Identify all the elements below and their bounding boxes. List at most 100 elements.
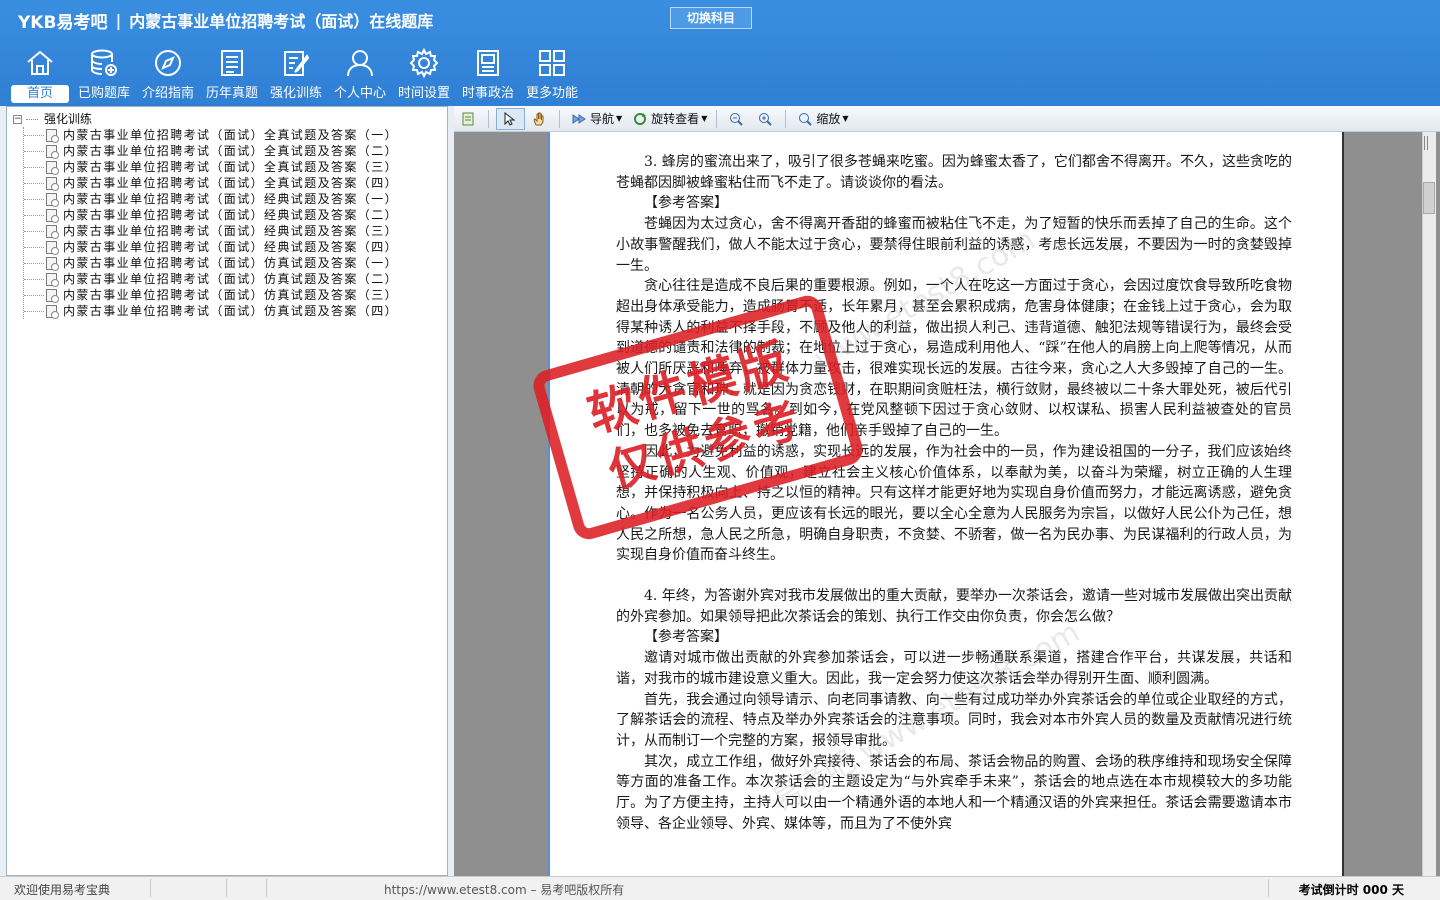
question-paragraph: 4. 年终，为答谢外宾对我市发展做出的重大贡献，要举办一次茶话会，邀请一些对城市… bbox=[616, 588, 1292, 625]
tree-item[interactable]: 内蒙古事业单位招聘考试（面试）经典试题及答案（四） bbox=[24, 239, 398, 255]
zoom-out-button[interactable] bbox=[724, 108, 751, 130]
nav-past-exams[interactable]: 历年真题 bbox=[200, 46, 264, 104]
switch-subject-button[interactable]: 切换科目 bbox=[670, 7, 752, 29]
tree-root-label: 强化训练 bbox=[44, 112, 93, 126]
nav-label: 时事政治 bbox=[461, 86, 514, 101]
tree-item[interactable]: 内蒙古事业单位招聘考试（面试）经典试题及答案（一） bbox=[24, 191, 398, 207]
cursor-icon bbox=[504, 111, 516, 126]
tree-item[interactable]: 内蒙古事业单位招聘考试（面试）仿真试题及答案（四） bbox=[24, 303, 398, 319]
tree-item-label: 内蒙古事业单位招聘考试（面试）经典试题及答案（四） bbox=[63, 240, 399, 254]
nav-label: 历年真题 bbox=[205, 86, 258, 101]
tree-item-label: 内蒙古事业单位招聘考试（面试）仿真试题及答案（二） bbox=[63, 272, 399, 286]
select-tool-button[interactable] bbox=[496, 107, 525, 130]
nav-label: 时间设置 bbox=[397, 86, 450, 101]
exam-document-icon bbox=[46, 288, 59, 303]
tree-children: 内蒙古事业单位招聘考试（面试）全真试题及答案（一） 内蒙古事业单位招聘考试（面试… bbox=[23, 127, 398, 319]
tree-item[interactable]: 内蒙古事业单位招聘考试（面试）全真试题及答案（四） bbox=[24, 175, 398, 191]
tree-item-label: 内蒙古事业单位招聘考试（面试）经典试题及答案（三） bbox=[63, 224, 399, 238]
answer-paragraph: 苍蝇因为太过贪心，舍不得离开香甜的蜂蜜而被粘住飞不走，为了短暂的快乐而丢掉了自己… bbox=[616, 216, 1292, 274]
nav-label: 介绍指南 bbox=[141, 86, 194, 101]
zoom-in-icon bbox=[759, 112, 773, 126]
welcome-text: 欢迎使用易考宝典 bbox=[14, 883, 111, 897]
nav-time-settings[interactable]: 时间设置 bbox=[392, 46, 456, 104]
answer-paragraph: 首先，我会通过向领导请示、向老同事请教、向一些有过成功举办外宾茶话会的单位或企业… bbox=[616, 691, 1292, 749]
grid-icon bbox=[520, 46, 584, 80]
tree-item-label: 内蒙古事业单位招聘考试（面试）全真试题及答案（二） bbox=[63, 144, 399, 158]
tree-root[interactable]: − 强化训练 bbox=[13, 111, 398, 127]
countdown-text: 考试倒计时 000 天 bbox=[1298, 883, 1404, 897]
question-paragraph: 3. 蜂房的蜜流出来了，吸引了很多苍蝇来吃蜜。因为蜂蜜太香了，它们都舍不得离开。… bbox=[616, 154, 1292, 191]
app-title: 内蒙古事业单位招聘考试（面试）在线题库 bbox=[129, 12, 434, 31]
export-icon bbox=[462, 112, 474, 125]
tree-item-label: 内蒙古事业单位招聘考试（面试）仿真试题及答案（三） bbox=[63, 288, 399, 302]
tree-item-label: 内蒙古事业单位招聘考试（面试）仿真试题及答案（一） bbox=[63, 256, 399, 270]
status-bar: 欢迎使用易考宝典 https://www.etest8.com – 易考吧版权所… bbox=[0, 876, 1440, 900]
title-separator: | bbox=[115, 10, 122, 30]
status-divider bbox=[266, 879, 267, 897]
edit-icon bbox=[264, 46, 328, 80]
tree-item-label: 内蒙古事业单位招聘考试（面试）仿真试题及答案（四） bbox=[63, 304, 399, 318]
copyright-text: https://www.etest8.com – 易考吧版权所有 bbox=[384, 883, 625, 897]
zoom-in-button[interactable] bbox=[753, 108, 780, 130]
document-viewer: 3. 蜂房的蜜流出来了，吸引了很多苍蝇来吃蜜。因为蜂蜜太香了，它们都舍不得离开。… bbox=[454, 132, 1440, 876]
header-bar: YKB易考吧 | 内蒙古事业单位招聘考试（面试）在线题库 切换科目 首页 已购题… bbox=[0, 0, 1440, 106]
navigation-label: 导航 bbox=[590, 112, 615, 126]
exam-document-icon bbox=[46, 240, 59, 255]
exam-document-icon bbox=[46, 208, 59, 223]
nav-profile[interactable]: 个人中心 bbox=[328, 46, 392, 104]
magnifier-icon bbox=[799, 112, 813, 126]
document-list-icon bbox=[200, 46, 264, 80]
exam-document-icon bbox=[46, 160, 59, 175]
exam-document-icon bbox=[46, 256, 59, 271]
answer-paragraph: 其次，成立工作组，做好外宾接待、茶话会的布局、茶话会物品的购置、会场的秩序维持和… bbox=[616, 753, 1292, 832]
tree-item[interactable]: 内蒙古事业单位招聘考试（面试）仿真试题及答案（二） bbox=[24, 271, 398, 287]
answer-heading: 【参考答案】 bbox=[644, 629, 728, 646]
nav-label: 更多功能 bbox=[525, 86, 578, 101]
scroll-top-marker bbox=[1424, 136, 1428, 150]
tree-item[interactable]: 内蒙古事业单位招聘考试（面试）经典试题及答案（三） bbox=[24, 223, 398, 239]
tree-item[interactable]: 内蒙古事业单位招聘考试（面试）全真试题及答案（一） bbox=[24, 127, 398, 143]
compass-icon bbox=[136, 46, 200, 80]
brand-logo: YKB易考吧 bbox=[18, 12, 108, 33]
nav-guide[interactable]: 介绍指南 bbox=[136, 46, 200, 104]
answer-paragraph: 邀请对城市做出贡献的外宾参加茶话会，可以进一步畅通联系渠道，搭建合作平台，共谋发… bbox=[616, 650, 1292, 687]
rotate-label: 旋转查看 bbox=[651, 112, 700, 126]
vertical-scrollbar[interactable] bbox=[1422, 132, 1436, 876]
answer-paragraph: 贪心往往是造成不良后果的重要根源。例如，一个人在吃这一方面过于贪心，会因过度饮食… bbox=[616, 278, 1292, 440]
exam-document-icon bbox=[46, 144, 59, 159]
database-icon bbox=[72, 46, 136, 80]
tree-item[interactable]: 内蒙古事业单位招聘考试（面试）仿真试题及答案（一） bbox=[24, 255, 398, 271]
exam-document-icon bbox=[46, 304, 59, 319]
user-icon bbox=[328, 46, 392, 80]
navigation-icon bbox=[572, 113, 586, 124]
zoom-menu[interactable]: 缩放 ▼ bbox=[793, 108, 852, 130]
save-page-button[interactable] bbox=[456, 108, 483, 130]
nav-current-affairs[interactable]: 时事政治 bbox=[456, 46, 520, 104]
answer-heading: 【参考答案】 bbox=[644, 195, 728, 212]
nav-training[interactable]: 强化训练 bbox=[264, 46, 328, 104]
navigation-menu[interactable]: 导航 ▼ bbox=[567, 108, 626, 130]
tree-item[interactable]: 内蒙古事业单位招聘考试（面试）全真试题及答案（二） bbox=[24, 143, 398, 159]
rotate-view-menu[interactable]: 旋转查看 ▼ bbox=[628, 108, 711, 130]
status-divider bbox=[226, 879, 227, 897]
home-icon bbox=[8, 46, 72, 80]
exam-tree-panel: − 强化训练 内蒙古事业单位招聘考试（面试）全真试题及答案（一） 内蒙古事业单位… bbox=[6, 106, 448, 876]
hand-tool-button[interactable] bbox=[527, 108, 554, 130]
scrollbar-thumb[interactable] bbox=[1423, 182, 1435, 214]
nav-more[interactable]: 更多功能 bbox=[520, 46, 584, 104]
nav-home[interactable]: 首页 bbox=[8, 46, 72, 104]
main-nav: 首页 已购题库 介绍指南 历年真题 强化训练 个人中心 时间设置 时事政治 更多… bbox=[8, 46, 584, 104]
tree-item[interactable]: 内蒙古事业单位招聘考试（面试）经典试题及答案（二） bbox=[24, 207, 398, 223]
tree-item[interactable]: 内蒙古事业单位招聘考试（面试）全真试题及答案（三） bbox=[24, 159, 398, 175]
rotate-icon bbox=[634, 112, 647, 125]
tree-item-label: 内蒙古事业单位招聘考试（面试）全真试题及答案（三） bbox=[63, 160, 399, 174]
nav-label: 已购题库 bbox=[77, 86, 130, 101]
nav-label: 首页 bbox=[11, 85, 69, 103]
tree-item-label: 内蒙古事业单位招聘考试（面试）经典试题及答案（二） bbox=[63, 208, 399, 222]
collapse-icon[interactable]: − bbox=[13, 114, 22, 124]
hand-icon bbox=[533, 112, 544, 125]
status-divider bbox=[1268, 879, 1269, 897]
nav-purchased-banks[interactable]: 已购题库 bbox=[72, 46, 136, 104]
tree-item[interactable]: 内蒙古事业单位招聘考试（面试）仿真试题及答案（三） bbox=[24, 287, 398, 303]
